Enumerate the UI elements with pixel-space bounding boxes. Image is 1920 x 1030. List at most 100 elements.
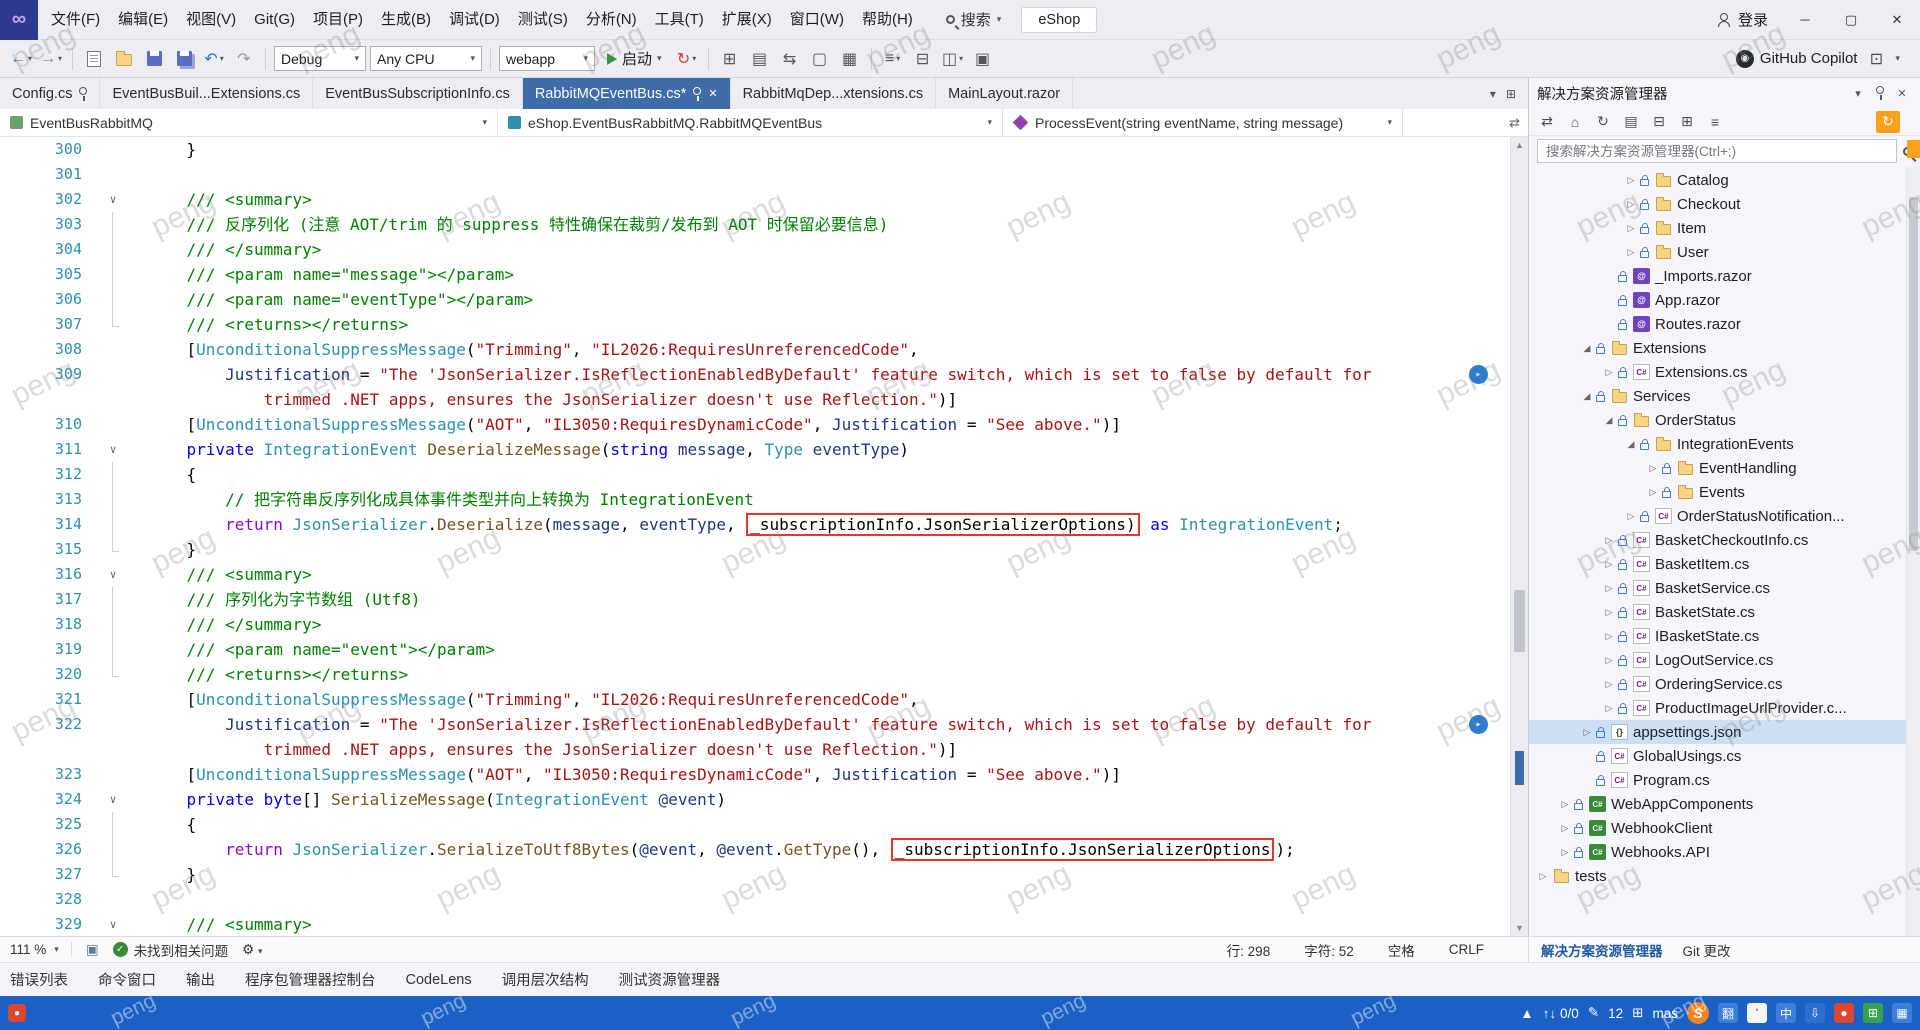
- chevron-right-icon[interactable]: ▷: [1601, 703, 1617, 714]
- tree-item[interactable]: ▷ Events: [1529, 480, 1920, 504]
- split-view-icon[interactable]: ⇄: [1509, 115, 1520, 131]
- panel-tab[interactable]: CodeLens: [406, 972, 472, 988]
- tree-item[interactable]: @ Routes.razor: [1529, 312, 1920, 336]
- grid-icon[interactable]: ⊞: [1632, 1005, 1643, 1021]
- scrollbar-track[interactable]: [1511, 153, 1528, 920]
- editor-tab[interactable]: RabbitMQEventBus.cs* ✕: [522, 78, 731, 109]
- code-line[interactable]: trimmed .NET apps, ensures the JsonSeria…: [0, 387, 1528, 412]
- code-editor[interactable]: 300 } 301 302 ∨ /// <summary> 303 /// 反序列化 (…: [0, 137, 1528, 936]
- chevron-right-icon[interactable]: ▷: [1557, 823, 1573, 834]
- chevron-right-icon[interactable]: ▷: [1601, 655, 1617, 666]
- code-line[interactable]: 316 ∨ /// <summary>: [0, 562, 1528, 587]
- code-fix-icon[interactable]: ⚙ ▾: [242, 942, 262, 958]
- start-debug-button[interactable]: 启动 ▾: [599, 46, 670, 72]
- tree-item[interactable]: ▷ Item: [1529, 216, 1920, 240]
- chevron-right-icon[interactable]: ▷: [1601, 559, 1617, 570]
- solution-toolbar-icon[interactable]: ▤: [1619, 111, 1643, 133]
- sync-highlighted-icon[interactable]: ↻: [1876, 110, 1900, 133]
- menu-item[interactable]: 编辑(E): [109, 0, 177, 40]
- tree-item[interactable]: @ App.razor: [1529, 288, 1920, 312]
- open-folder-icon[interactable]: [111, 46, 137, 72]
- tree-item[interactable]: ▷ C# Webhooks.API: [1529, 840, 1920, 864]
- open-in-window-icon[interactable]: ⊡: [1863, 46, 1889, 72]
- breadcrumb-type[interactable]: eShop.EventBusRabbitMQ.RabbitMQEventBus …: [498, 109, 1003, 136]
- solution-toolbar-icon[interactable]: ⇄: [1535, 111, 1559, 133]
- code-line[interactable]: 327 }: [0, 862, 1528, 887]
- code-line[interactable]: trimmed .NET apps, ensures the JsonSeria…: [0, 737, 1528, 762]
- pin-icon[interactable]: [1876, 86, 1884, 100]
- tree-item[interactable]: ◢ OrderStatus: [1529, 408, 1920, 432]
- toolbar-icon[interactable]: ▢: [807, 46, 833, 72]
- board-icon[interactable]: ▦: [1892, 1003, 1912, 1023]
- chevron-down-icon[interactable]: ◢: [1579, 343, 1595, 354]
- tree-item[interactable]: ▷ User: [1529, 240, 1920, 264]
- zoom-control[interactable]: 111 % ▾: [10, 942, 72, 957]
- tree-item[interactable]: ▷ C# ProductImageUrlProvider.c...: [1529, 696, 1920, 720]
- chevron-down-icon[interactable]: ◢: [1579, 391, 1595, 402]
- health-indicator[interactable]: ✓ 未找到相关问题: [112, 940, 228, 960]
- chevron-right-icon[interactable]: ▷: [1623, 247, 1639, 258]
- solution-toolbar-icon[interactable]: ⊞: [1675, 111, 1699, 133]
- tree-item[interactable]: ◢ IntegrationEvents: [1529, 432, 1920, 456]
- chevron-right-icon[interactable]: ▷: [1557, 799, 1573, 810]
- code-line[interactable]: 309 Justification = "The 'JsonSerializer…: [0, 362, 1528, 387]
- close-icon[interactable]: ✕: [1892, 87, 1912, 100]
- tree-item[interactable]: ▷ C# OrderStatusNotification...: [1529, 504, 1920, 528]
- code-line[interactable]: 301: [0, 162, 1528, 187]
- code-line[interactable]: 322 Justification = "The 'JsonSerializer…: [0, 712, 1528, 737]
- toolbar-icon[interactable]: ⊟: [910, 46, 936, 72]
- tree-item[interactable]: ▷ EventHandling: [1529, 456, 1920, 480]
- code-line[interactable]: 300 }: [0, 137, 1528, 162]
- maximize-button[interactable]: ▢: [1828, 0, 1874, 40]
- tree-item[interactable]: ▷ {} appsettings.json: [1529, 720, 1920, 744]
- sign-in-button[interactable]: 登录: [1703, 9, 1782, 30]
- toolbar-icon[interactable]: ▣: [970, 46, 996, 72]
- menu-item[interactable]: 视图(V): [177, 0, 245, 40]
- translate-icon[interactable]: 翻: [1718, 1003, 1738, 1023]
- pin-icon[interactable]: [79, 86, 88, 101]
- breadcrumb-member[interactable]: ProcessEvent(string eventName, string me…: [1003, 109, 1403, 136]
- platform-select[interactable]: Any CPU ▾: [370, 46, 482, 71]
- status-column[interactable]: 字符: 52: [1304, 940, 1354, 960]
- tab-git-changes[interactable]: Git 更改: [1683, 940, 1731, 960]
- tree-item[interactable]: C# GlobalUsings.cs: [1529, 744, 1920, 768]
- chevron-right-icon[interactable]: ▷: [1535, 871, 1551, 882]
- feedback-icon[interactable]: ▣: [86, 942, 99, 958]
- code-line[interactable]: 323 [UnconditionalSuppressMessage("AOT",…: [0, 762, 1528, 787]
- tree-item[interactable]: ▷ Checkout: [1529, 192, 1920, 216]
- github-copilot-label[interactable]: GitHub Copilot: [1760, 50, 1858, 67]
- redo-icon[interactable]: ↷: [231, 46, 257, 72]
- chevron-right-icon[interactable]: ▷: [1623, 223, 1639, 234]
- code-line[interactable]: 303 /// 反序列化 (注意 AOT/trim 的 suppress 特性确…: [0, 212, 1528, 237]
- editor-tab[interactable]: EventBusSubscriptionInfo.cs: [313, 78, 523, 109]
- copilot-suggestion-icon[interactable]: ▸: [1469, 365, 1488, 384]
- code-line[interactable]: 329 ∨ /// <summary>: [0, 912, 1528, 936]
- window-options-icon[interactable]: ⊞: [1506, 87, 1516, 101]
- debug-config-select[interactable]: Debug ▾: [274, 46, 366, 71]
- scrollbar-thumb[interactable]: [1514, 590, 1525, 652]
- menu-item[interactable]: 扩展(X): [713, 0, 781, 40]
- chevron-right-icon[interactable]: ▷: [1557, 847, 1573, 858]
- tree-item[interactable]: ▷ Catalog: [1529, 168, 1920, 192]
- chevron-down-icon[interactable]: ▾: [1848, 87, 1868, 100]
- toolbar-icon[interactable]: ⊞: [717, 46, 743, 72]
- close-tab-icon[interactable]: ✕: [708, 87, 717, 100]
- menu-item[interactable]: 文件(F): [42, 0, 109, 40]
- grid-icon[interactable]: ⊞: [1863, 1003, 1883, 1023]
- tree-item[interactable]: ▷ C# BasketService.cs: [1529, 576, 1920, 600]
- breadcrumb-project[interactable]: EventBusRabbitMQ ▾: [0, 109, 498, 136]
- editor-tab[interactable]: EventBusBuil...Extensions.cs: [100, 78, 314, 109]
- menu-item[interactable]: 生成(B): [372, 0, 440, 40]
- navigate-back-icon[interactable]: ← ▾: [8, 46, 34, 72]
- code-line[interactable]: 320 /// <returns></returns>: [0, 662, 1528, 687]
- document-list-icon[interactable]: ▾: [1490, 87, 1496, 101]
- undo-icon[interactable]: ↶ ▾: [201, 46, 227, 72]
- tree-item[interactable]: ▷ C# Extensions.cs: [1529, 360, 1920, 384]
- menu-item[interactable]: Git(G): [245, 0, 304, 40]
- startup-project-select[interactable]: webapp ▾: [499, 46, 595, 71]
- chevron-right-icon[interactable]: ▷: [1579, 727, 1595, 738]
- code-line[interactable]: 328: [0, 887, 1528, 912]
- toolbar-icon[interactable]: ▤: [747, 46, 773, 72]
- panel-tab[interactable]: 命令窗口: [98, 969, 156, 990]
- code-line[interactable]: 314 return JsonSerializer.Deserialize(me…: [0, 512, 1528, 537]
